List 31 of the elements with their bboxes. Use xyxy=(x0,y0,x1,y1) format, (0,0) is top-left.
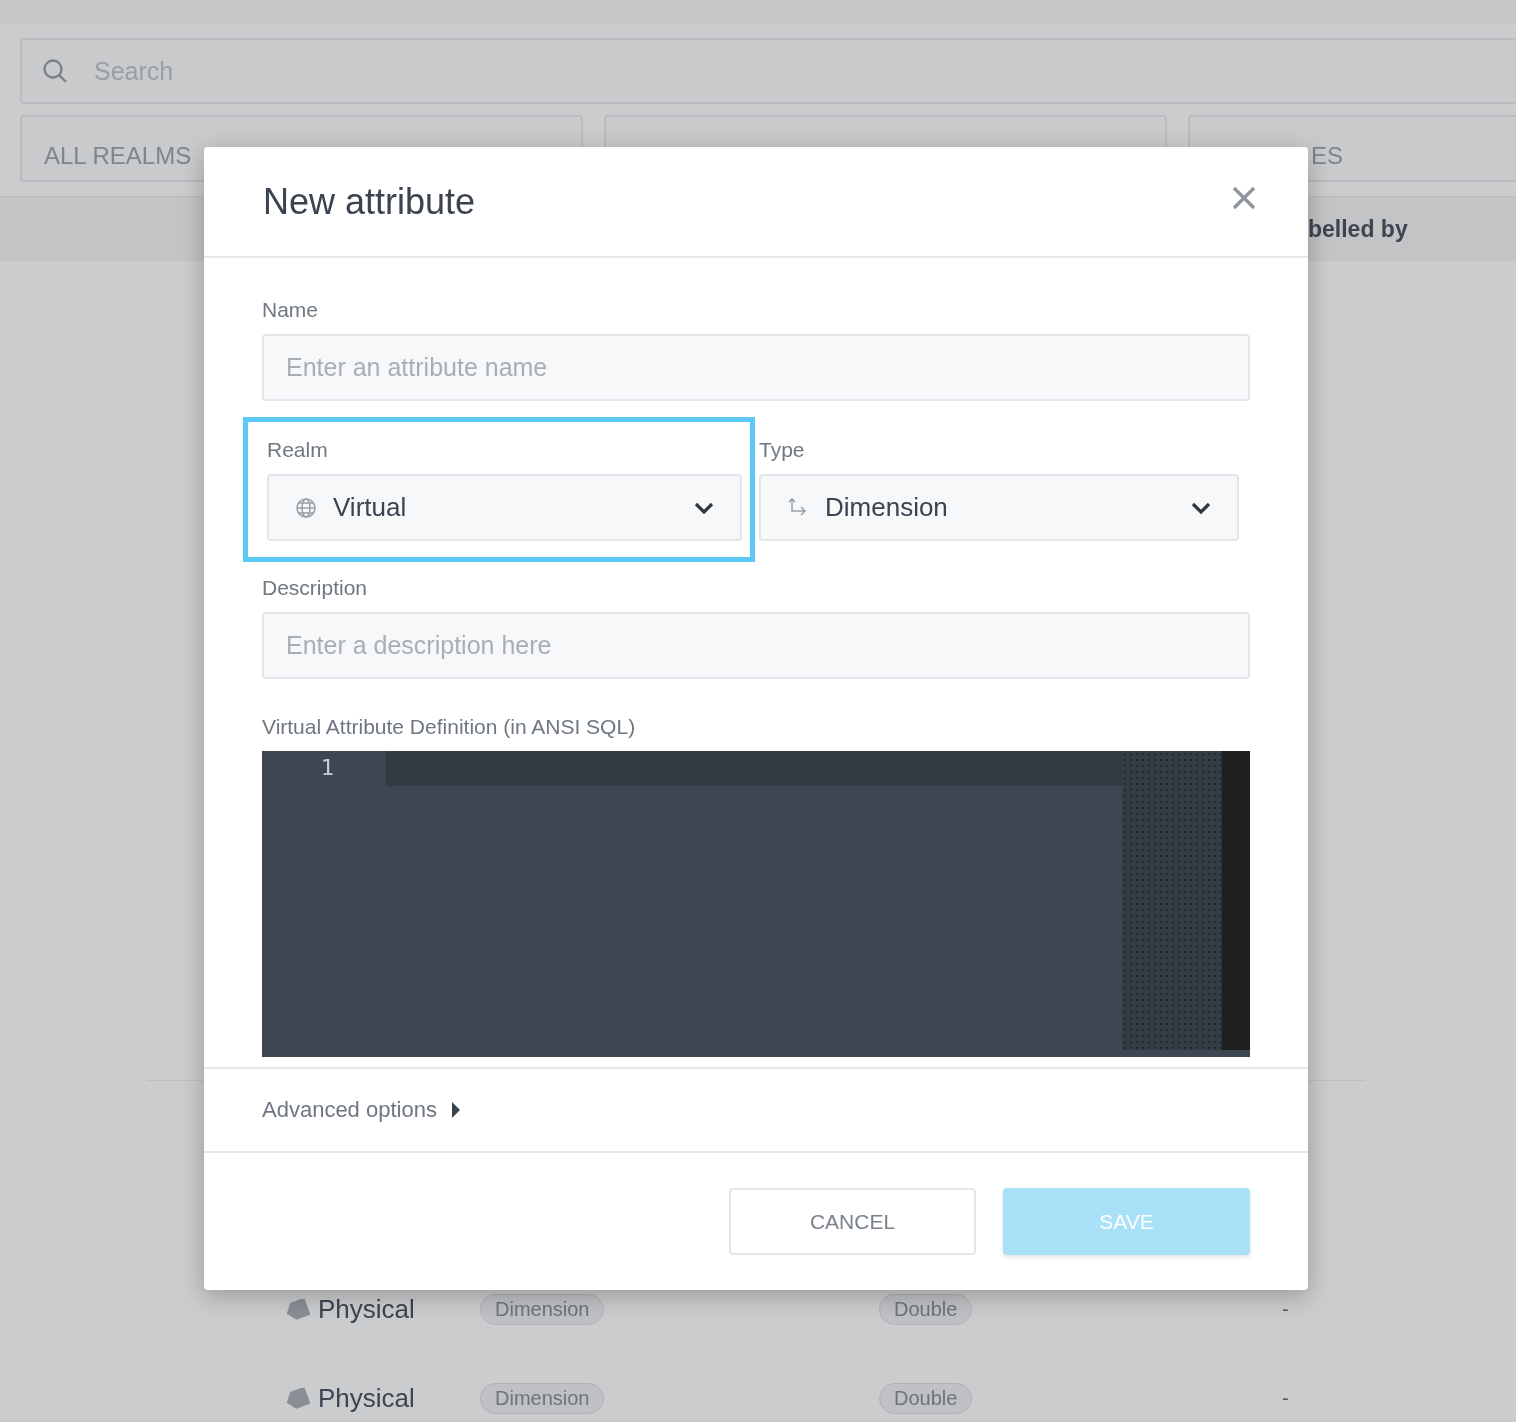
globe-icon xyxy=(295,496,317,519)
field-label: Realm xyxy=(267,438,329,462)
tag-icon xyxy=(284,1298,310,1321)
field-label: Type xyxy=(759,438,806,462)
column-header: belled by xyxy=(1308,215,1408,243)
line-number: 1 xyxy=(319,755,334,780)
table-cell-text: - xyxy=(1282,1298,1290,1321)
realm-text: Physical xyxy=(318,1294,415,1325)
realm-text: Physical xyxy=(318,1383,415,1414)
type-tag: Double xyxy=(879,1294,973,1325)
dialog-title: New attribute xyxy=(263,180,476,223)
field-label: Description xyxy=(262,576,369,600)
caret-icon xyxy=(450,1102,461,1118)
name-field[interactable]: Enter an attribute name xyxy=(262,334,1250,401)
chevron-icon xyxy=(1191,501,1211,514)
chevron-icon xyxy=(694,501,714,514)
field-label: Virtual Attribute Definition (in ANSI SQL) xyxy=(262,715,637,739)
advanced-options-toggle[interactable]: Advanced options xyxy=(262,1097,461,1123)
field-label: Name xyxy=(262,298,320,322)
dropdown[interactable]: Virtual xyxy=(267,474,742,541)
dropdown[interactable]: Dimension xyxy=(759,474,1239,541)
description-field[interactable]: Enter a description here xyxy=(262,612,1250,679)
category-tag: Dimension xyxy=(480,1383,605,1414)
search-icon xyxy=(42,58,68,84)
category-tag: Dimension xyxy=(480,1294,605,1325)
cancel-button[interactable]: CANCEL xyxy=(729,1188,976,1255)
close-icon xyxy=(1232,185,1256,210)
code-editor[interactable]: 1 xyxy=(262,751,1250,1057)
type-tag: Double xyxy=(879,1383,973,1414)
tag-icon xyxy=(284,1387,310,1410)
table-cell-text: - xyxy=(1282,1387,1290,1410)
